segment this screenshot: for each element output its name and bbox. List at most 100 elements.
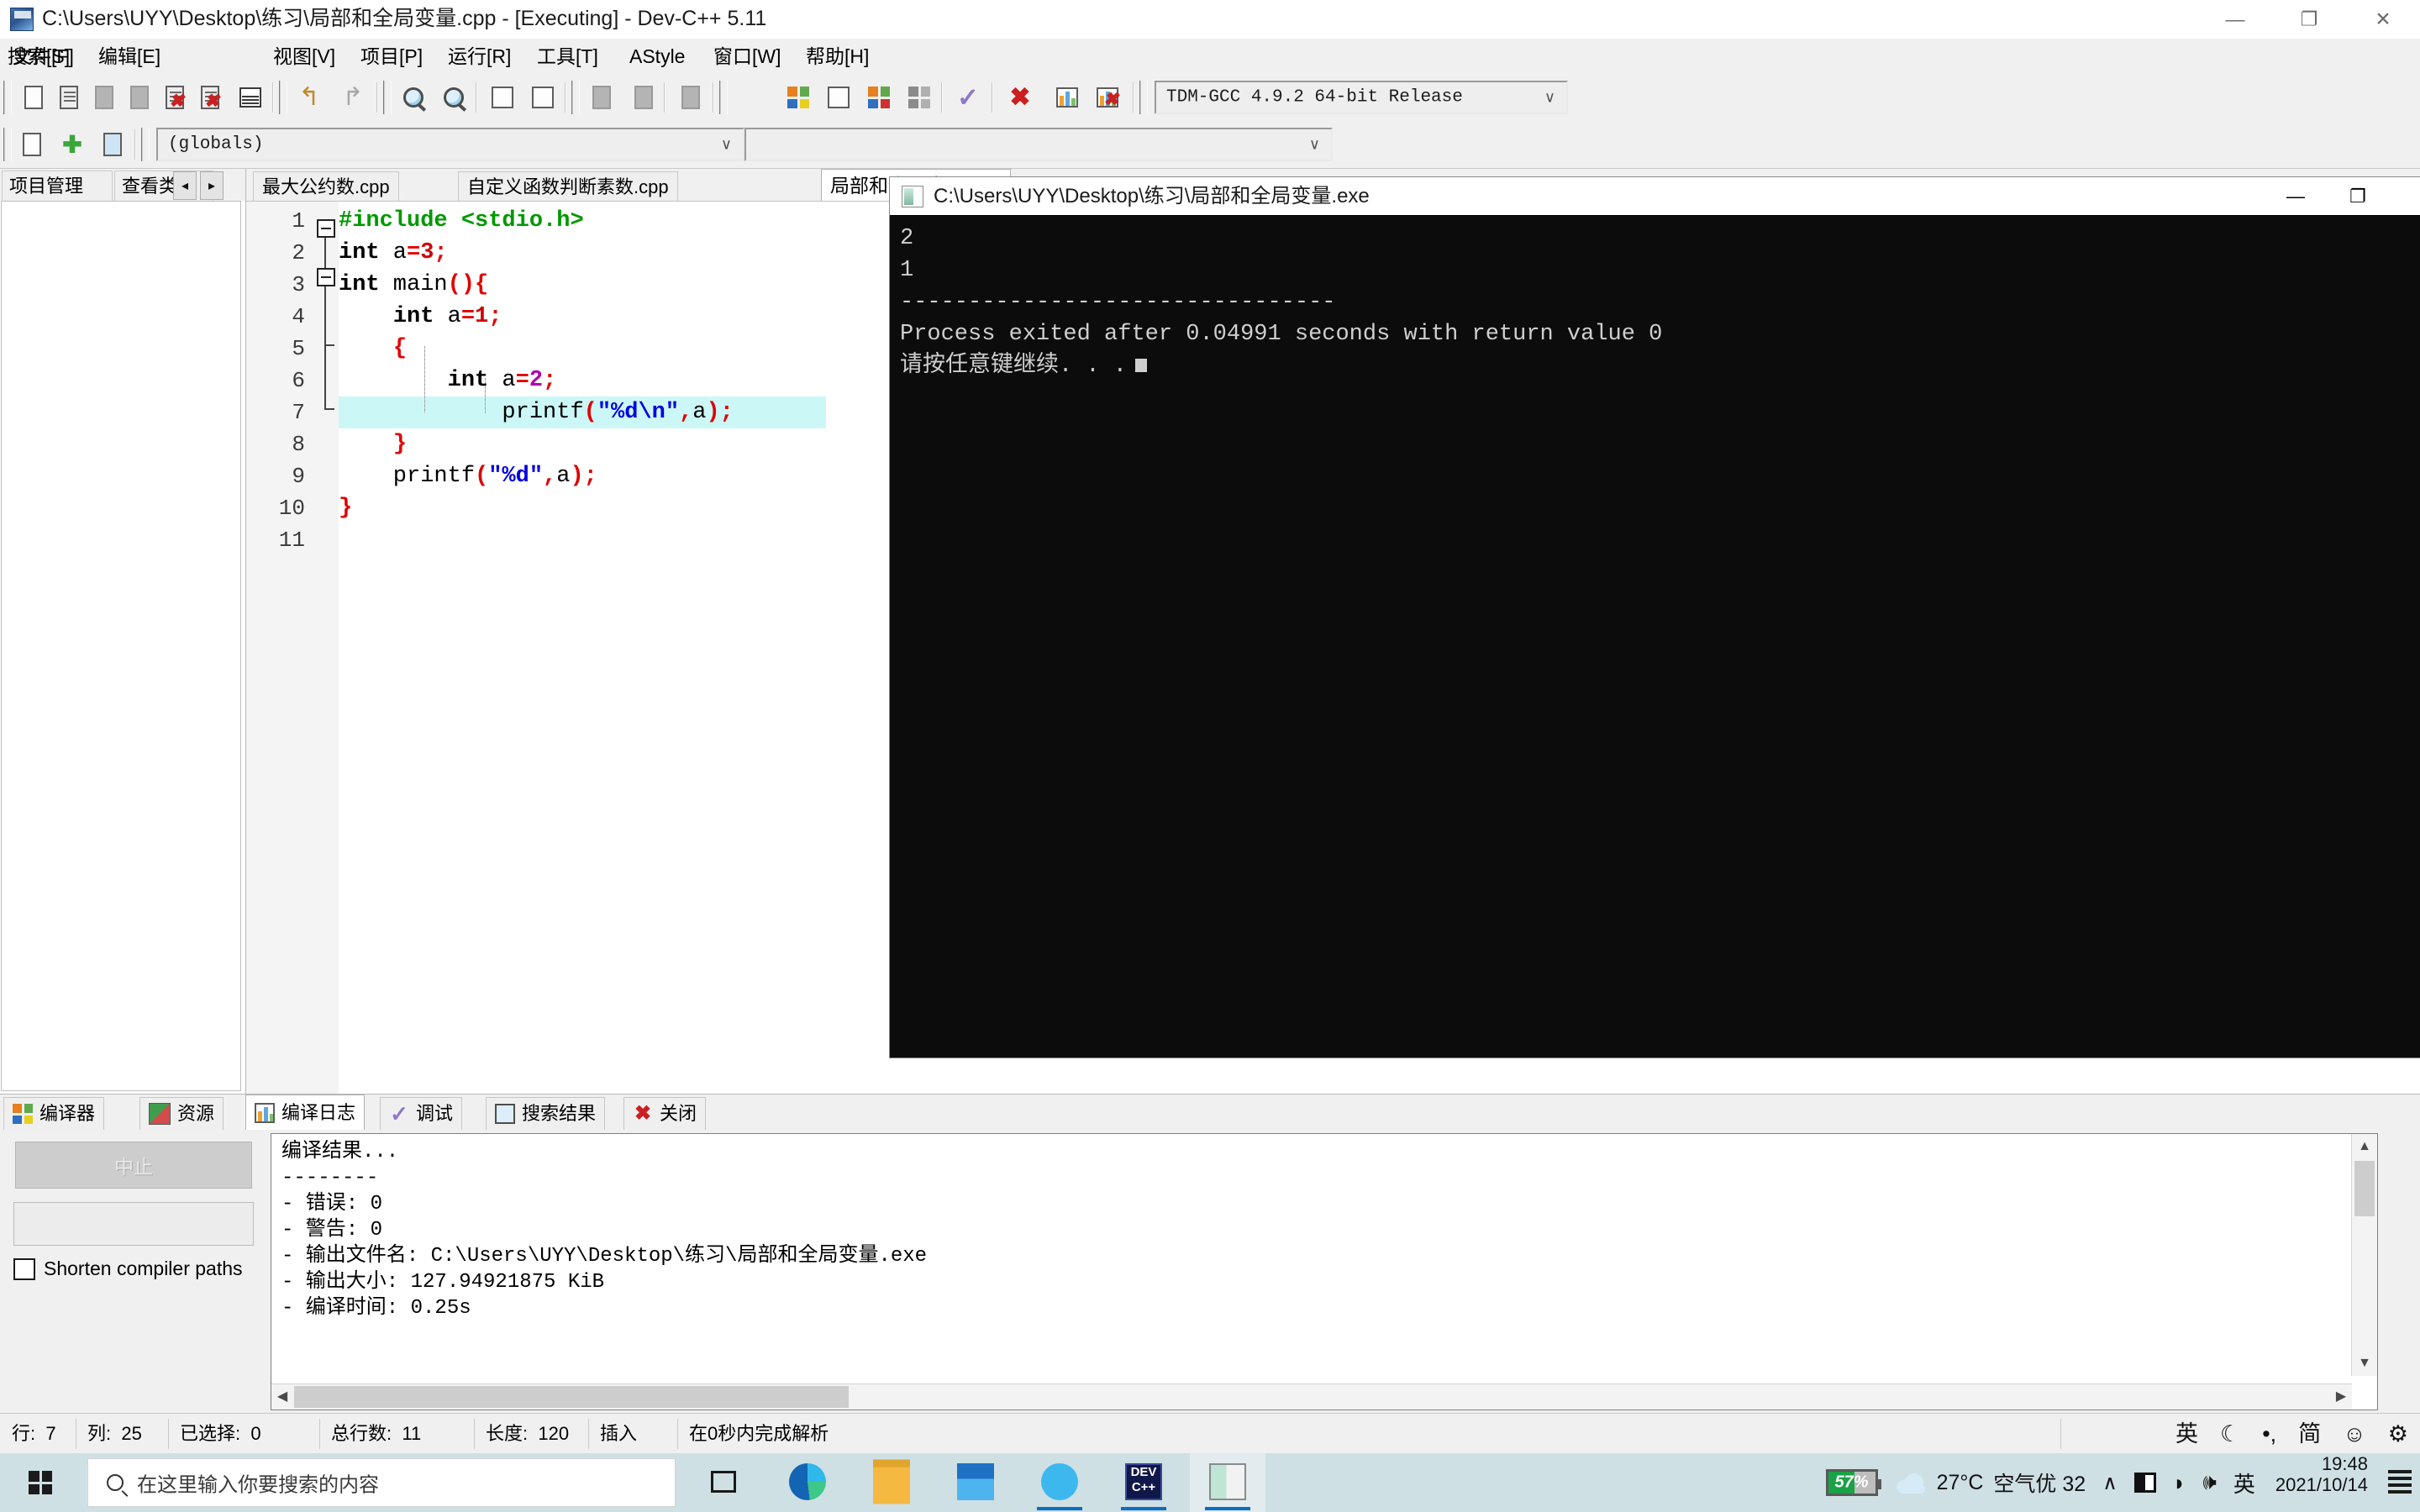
code-line[interactable]: {	[339, 333, 407, 365]
left-panel-next-button[interactable]: ▸	[200, 171, 224, 200]
console-minimize-button[interactable]: —	[2265, 177, 2327, 215]
left-panel-prev-button[interactable]: ◂	[173, 171, 197, 200]
rebuild-button[interactable]	[902, 81, 936, 114]
tray-ime-icon[interactable]: 英	[2225, 1453, 2264, 1512]
start-button[interactable]	[0, 1453, 81, 1512]
member-combo[interactable]: ∨	[744, 128, 1333, 161]
options-button[interactable]	[674, 81, 708, 114]
simplified-icon[interactable]: 简	[2298, 1422, 2321, 1446]
profile-button[interactable]	[1050, 81, 1084, 114]
console-output[interactable]: 2 1 -------------------------------- Pro…	[890, 216, 2420, 1058]
tab-project-manager[interactable]: 项目管理	[2, 171, 113, 201]
taskbar-task-view-button[interactable]	[686, 1453, 761, 1512]
indent-button[interactable]	[526, 81, 560, 114]
forward-button[interactable]	[627, 81, 660, 114]
add-button[interactable]: ✚	[55, 128, 89, 161]
taskbar-edge-button[interactable]	[770, 1453, 845, 1512]
window-minimize-button[interactable]: —	[2198, 0, 2272, 39]
back-button[interactable]	[585, 81, 618, 114]
toolbar-grip[interactable]	[279, 81, 287, 114]
log-horizontal-scrollbar[interactable]: ◀ ▶	[271, 1383, 2352, 1410]
code-line[interactable]: printf("%d\n",a);	[339, 396, 733, 428]
syntax-check-button[interactable]: ✓	[951, 81, 985, 114]
open-file-button[interactable]	[52, 81, 86, 114]
moon-icon[interactable]: ☾	[2220, 1422, 2240, 1446]
compile-run-button[interactable]	[862, 81, 896, 114]
taskbar-search-input[interactable]: 在这里输入你要搜索的内容	[87, 1458, 676, 1507]
toolbar-grip[interactable]	[3, 128, 12, 161]
taskbar-file-explorer-button[interactable]	[854, 1453, 929, 1512]
gear-icon[interactable]: ⚙	[2388, 1422, 2408, 1446]
tab-close[interactable]: ✖ 关闭	[623, 1097, 707, 1130]
run-button[interactable]	[822, 81, 855, 114]
goto-line-button[interactable]	[486, 81, 519, 114]
taskbar-clock[interactable]: 19:48 2021/10/14	[2264, 1453, 2380, 1512]
taskbar-mail-button[interactable]	[938, 1453, 1013, 1512]
save-all-button[interactable]	[123, 81, 156, 114]
fold-marker-line5[interactable]	[317, 268, 335, 286]
taskbar-console-button[interactable]	[1190, 1453, 1265, 1512]
emoji-icon[interactable]: ☺	[2343, 1422, 2366, 1446]
toolbar-grip[interactable]	[383, 81, 392, 114]
abort-button[interactable]: 中止	[15, 1142, 252, 1189]
scroll-up-icon[interactable]: ▲	[2352, 1134, 2377, 1159]
console-window[interactable]: C:\Users\UYY\Desktop\练习\局部和全局变量.exe — ❐ …	[889, 176, 2420, 1058]
code-line[interactable]: }	[339, 492, 352, 524]
menu-tools[interactable]: 工具[T]	[529, 43, 606, 70]
toolbar-grip[interactable]	[1139, 81, 1148, 114]
editor-tab-1[interactable]: 自定义函数判断素数.cpp	[458, 171, 678, 202]
scroll-thumb[interactable]	[294, 1386, 849, 1408]
editor-tab-0[interactable]: 最大公约数.cpp	[253, 171, 399, 202]
compile-log-output[interactable]: 编译结果... -------- - 错误: 0 - 警告: 0 - 输出文件名: C:…	[271, 1133, 2378, 1410]
shorten-paths-row[interactable]: Shorten compiler paths	[13, 1257, 243, 1280]
scope-combo[interactable]: (globals) ∨	[156, 128, 744, 161]
menu-edit[interactable]: 编辑[E]	[91, 43, 168, 70]
project-tree[interactable]	[1, 201, 241, 1091]
replace-button[interactable]	[437, 81, 471, 114]
taskbar-devcpp-button[interactable]: DEV C++	[1106, 1453, 1181, 1512]
save-button[interactable]	[87, 81, 121, 114]
compiler-set-combo[interactable]: TDM-GCC 4.9.2 64-bit Release ∨	[1155, 81, 1568, 114]
tray-expand-button[interactable]: ∧	[2094, 1453, 2126, 1512]
menu-help[interactable]: 帮助[H]	[798, 43, 876, 70]
console-maximize-button[interactable]: ❐	[2327, 177, 2389, 215]
tab-compiler[interactable]: 编译器	[3, 1097, 105, 1130]
print-button[interactable]	[234, 81, 267, 114]
code-folding-gutter[interactable]	[313, 202, 339, 1095]
close-file-button[interactable]: ✖	[158, 81, 192, 114]
tab-resource[interactable]: 资源	[139, 1097, 224, 1130]
window-maximize-button[interactable]: ❐	[2272, 0, 2346, 39]
display-settings-icon[interactable]	[2126, 1453, 2165, 1512]
code-line[interactable]: int main(){	[339, 269, 488, 301]
scroll-right-icon[interactable]: ▶	[2330, 1384, 2352, 1410]
menu-view[interactable]: 视图[V]	[266, 43, 343, 70]
delete-profile-button[interactable]: ✖	[1091, 81, 1124, 114]
ime-lang-toggle[interactable]: 英	[2175, 1422, 2198, 1446]
punctuation-icon[interactable]: •,	[2262, 1422, 2276, 1446]
find-button[interactable]	[397, 81, 430, 114]
network-icon[interactable]: ◗	[2165, 1453, 2195, 1512]
menu-project[interactable]: 项目[P]	[353, 43, 430, 70]
new-file-button[interactable]	[17, 81, 50, 114]
code-line[interactable]: int a=1;	[339, 301, 502, 333]
window-close-button[interactable]: ✕	[2346, 0, 2420, 39]
menu-window[interactable]: 窗口[W]	[706, 43, 789, 70]
battery-indicator[interactable]: 57%	[1818, 1453, 1886, 1512]
toolbar-grip[interactable]	[571, 81, 580, 114]
compile-button[interactable]	[781, 81, 815, 114]
taskbar-sogou-button[interactable]	[1022, 1453, 1097, 1512]
code-line[interactable]: int a=3;	[339, 237, 448, 269]
code-line[interactable]: }	[339, 428, 407, 460]
undo-button[interactable]: ↰	[292, 81, 326, 114]
scroll-left-icon[interactable]: ◀	[271, 1384, 293, 1410]
code-line[interactable]: #include <stdio.h>	[339, 205, 584, 237]
tab-search-results[interactable]: 搜索结果	[486, 1097, 606, 1130]
menu-astyle[interactable]: AStyle	[622, 43, 692, 70]
tab-class-browser[interactable]: 查看类	[114, 171, 213, 201]
volume-icon[interactable]: 🕪	[2194, 1453, 2224, 1512]
insert-button[interactable]	[15, 128, 49, 161]
tab-compile-log[interactable]: 编译日志	[245, 1095, 366, 1131]
menu-search[interactable]: 搜索[S]	[0, 43, 77, 70]
log-vertical-scrollbar[interactable]: ▲ ▼	[2351, 1134, 2377, 1376]
stop-button[interactable]: ✖	[1003, 81, 1037, 114]
